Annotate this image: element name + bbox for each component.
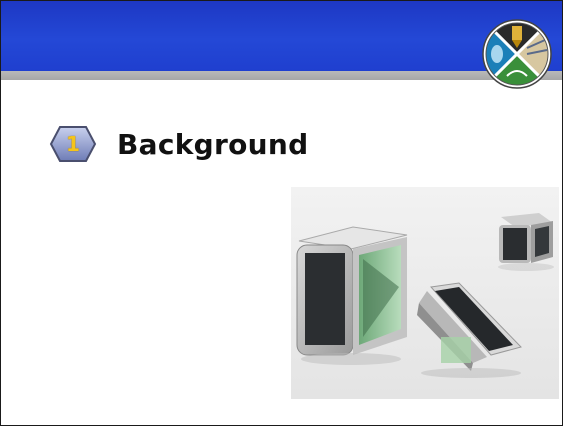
- header-stripe: [1, 71, 562, 80]
- modular-cubes-photo: [291, 187, 559, 399]
- slide: 1 Background: [0, 0, 563, 426]
- section-number: 1: [66, 132, 80, 156]
- slide-title: Background: [117, 127, 309, 161]
- title-row: 1 Background: [49, 122, 308, 166]
- header-band: [1, 1, 562, 71]
- section-number-badge: 1: [49, 124, 97, 164]
- circle-emblem-logo-icon: [481, 18, 553, 90]
